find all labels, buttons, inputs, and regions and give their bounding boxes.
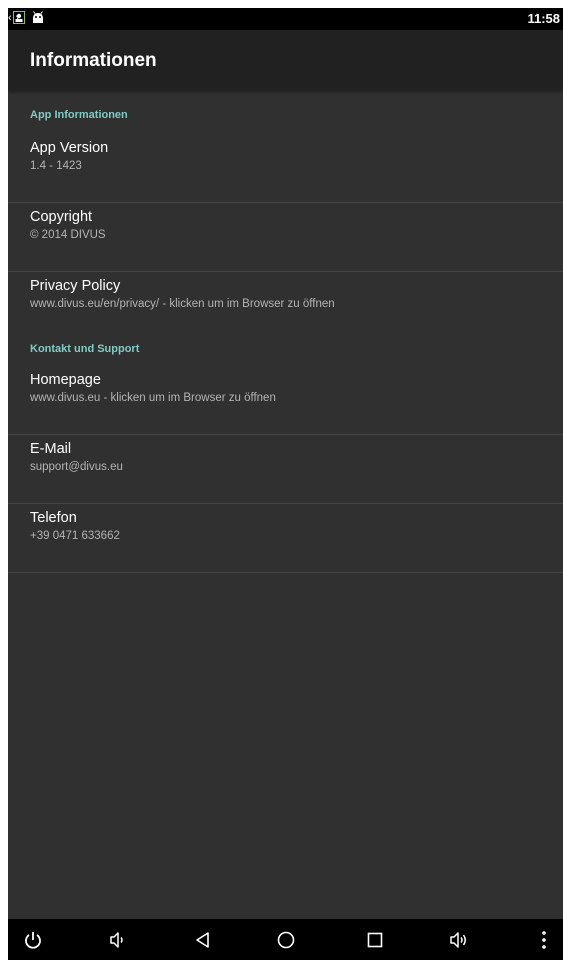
contact-notification-icon	[13, 11, 25, 24]
status-bar: ‹·› 11:58	[8, 8, 563, 30]
volume-down-icon	[110, 932, 123, 948]
pref-summary: 1.4 - 1423	[30, 160, 82, 172]
category-app-informationen: App Informationen	[30, 109, 128, 121]
home-icon	[277, 931, 295, 949]
pref-summary: © 2014 DIVUS	[30, 229, 106, 241]
pref-title: Privacy Policy	[30, 278, 121, 294]
pref-copyright[interactable]: Copyright © 2014 DIVUS	[8, 203, 563, 272]
app-toolbar: Informationen	[8, 30, 563, 90]
volume-down-button[interactable]	[103, 925, 133, 955]
preference-list: App Informationen App Version 1.4 - 1423…	[8, 90, 563, 573]
recents-button[interactable]	[360, 925, 390, 955]
overflow-menu-icon	[542, 931, 546, 949]
home-button[interactable]	[271, 925, 301, 955]
pref-title: E-Mail	[30, 441, 72, 457]
overflow-menu-button[interactable]	[529, 925, 559, 955]
back-button[interactable]	[188, 925, 218, 955]
pref-homepage[interactable]: Homepage www.divus.eu - klicken um im Br…	[8, 366, 563, 435]
device-screen: ‹·› 11:58 Informationen App Informatione…	[8, 8, 563, 960]
pref-title: Homepage	[30, 372, 101, 388]
pref-summary: +39 0471 633662	[30, 530, 120, 542]
pref-title: Telefon	[30, 510, 77, 526]
pref-app-version[interactable]: App Version 1.4 - 1423	[8, 134, 563, 203]
pref-summary: www.divus.eu/en/privacy/ - klicken um im…	[30, 298, 335, 310]
pref-email[interactable]: E-Mail support@divus.eu	[8, 435, 563, 504]
page-title: Informationen	[30, 50, 157, 71]
pref-privacy-policy[interactable]: Privacy Policy www.divus.eu/en/privacy/ …	[8, 272, 563, 328]
power-button[interactable]	[18, 925, 48, 955]
back-icon	[196, 932, 209, 948]
pref-summary: support@divus.eu	[30, 461, 123, 473]
recents-icon	[367, 932, 383, 948]
power-icon	[25, 932, 41, 949]
volume-up-icon	[450, 932, 466, 948]
pref-telefon[interactable]: Telefon +39 0471 633662	[8, 504, 563, 573]
volume-up-button[interactable]	[444, 925, 474, 955]
android-debug-icon	[33, 11, 43, 23]
pref-summary: www.divus.eu - klicken um im Browser zu …	[30, 392, 276, 404]
pref-title: Copyright	[30, 209, 93, 225]
clock: 11:58	[527, 11, 560, 26]
navigation-bar	[8, 919, 563, 960]
category-kontakt-und-support: Kontakt und Support	[30, 343, 140, 355]
pref-title: App Version	[30, 140, 109, 156]
